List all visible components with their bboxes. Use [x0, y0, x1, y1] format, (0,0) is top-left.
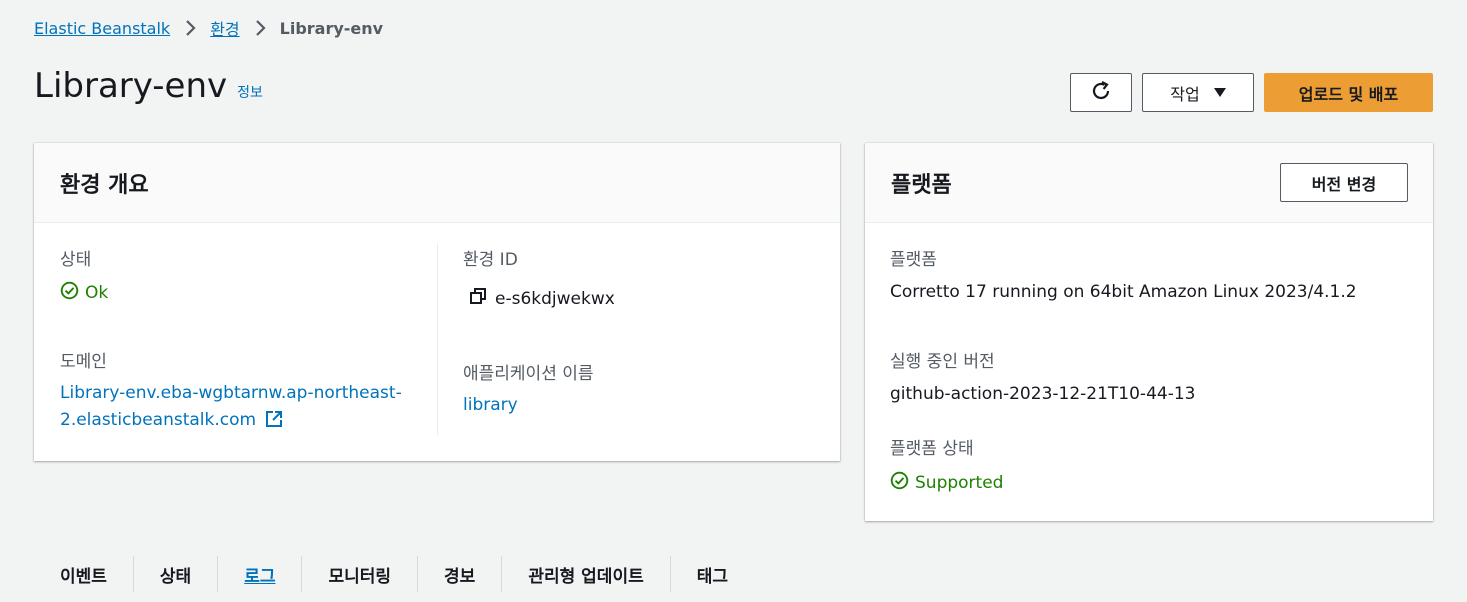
platform-card: 플랫폼 버전 변경 플랫폼 Corretto 17 running on 64b…	[865, 143, 1433, 521]
platform-status-text: Supported	[915, 473, 1004, 493]
platform-header: 플랫폼 버전 변경	[865, 143, 1433, 223]
platform-value: Corretto 17 running on 64bit Amazon Linu…	[890, 282, 1357, 302]
tab-alarms[interactable]: 경보	[417, 556, 501, 592]
external-link-icon	[265, 410, 283, 437]
env-id-label: 환경 ID	[463, 250, 518, 270]
platform-status-label: 플랫폼 상태	[890, 439, 974, 459]
environment-overview-card: 환경 개요 상태 Ok 도메인 Library-env.eba-wgbtarnw…	[34, 143, 840, 461]
refresh-icon	[1090, 80, 1112, 106]
platform-label: 플랫폼	[890, 250, 937, 270]
domain-line-2: 2.elasticbeanstalk.com	[60, 410, 257, 430]
page-title: Library-env	[34, 66, 228, 106]
breadcrumb-current: Library-env	[279, 18, 384, 38]
check-circle-icon	[60, 281, 79, 305]
domain-label: 도메인	[60, 352, 107, 372]
tab-managed-updates[interactable]: 관리형 업데이트	[501, 556, 669, 592]
environment-tabs: 이벤트 상태 로그 모니터링 경보 관리형 업데이트 태그	[34, 546, 754, 602]
tab-tags[interactable]: 태그	[669, 556, 754, 592]
copy-icon[interactable]	[469, 287, 487, 310]
upload-and-deploy-button[interactable]: 업로드 및 배포	[1264, 73, 1433, 112]
info-link[interactable]: 정보	[237, 82, 263, 102]
overview-header: 환경 개요	[34, 143, 840, 223]
overview-title: 환경 개요	[60, 172, 149, 198]
change-version-button[interactable]: 버전 변경	[1280, 163, 1408, 202]
domain-line-1: Library-env.eba-wgbtarnw.ap-northeast-	[60, 383, 402, 403]
chevron-right-icon	[170, 19, 210, 37]
running-version-label: 실행 중인 버전	[890, 352, 995, 372]
actions-label: 작업	[1170, 84, 1200, 104]
refresh-button[interactable]	[1070, 73, 1132, 112]
running-version-value: github-action-2023-12-21T10-44-13	[890, 384, 1196, 404]
breadcrumb: Elastic Beanstalk 환경 Library-env	[34, 16, 383, 40]
tab-logs[interactable]: 로그	[217, 556, 301, 592]
env-id-value: e-s6kdjwekwx	[469, 287, 615, 310]
page-header: Library-env 정보	[34, 66, 263, 106]
actions-dropdown-button[interactable]: 작업	[1142, 73, 1254, 112]
tab-events[interactable]: 이벤트	[34, 556, 133, 592]
status-value: Ok	[60, 281, 108, 305]
tab-health[interactable]: 상태	[132, 556, 217, 592]
column-divider	[437, 243, 438, 435]
status-text: Ok	[85, 283, 109, 303]
breadcrumb-elastic-beanstalk[interactable]: Elastic Beanstalk	[34, 19, 170, 38]
chevron-right-icon	[240, 19, 280, 37]
app-name-label: 애플리케이션 이름	[463, 364, 594, 384]
platform-title: 플랫폼	[891, 172, 952, 198]
check-circle-icon	[890, 471, 909, 495]
status-label: 상태	[60, 250, 92, 270]
app-name-link[interactable]: library	[463, 392, 518, 419]
platform-status-value: Supported	[890, 471, 1003, 495]
env-id-text: e-s6kdjwekwx	[495, 288, 615, 309]
caret-down-icon	[1213, 83, 1226, 102]
breadcrumb-environments[interactable]: 환경	[210, 16, 239, 40]
domain-link[interactable]: Library-env.eba-wgbtarnw.ap-northeast- 2…	[60, 380, 402, 437]
tab-monitoring[interactable]: 모니터링	[301, 556, 417, 592]
